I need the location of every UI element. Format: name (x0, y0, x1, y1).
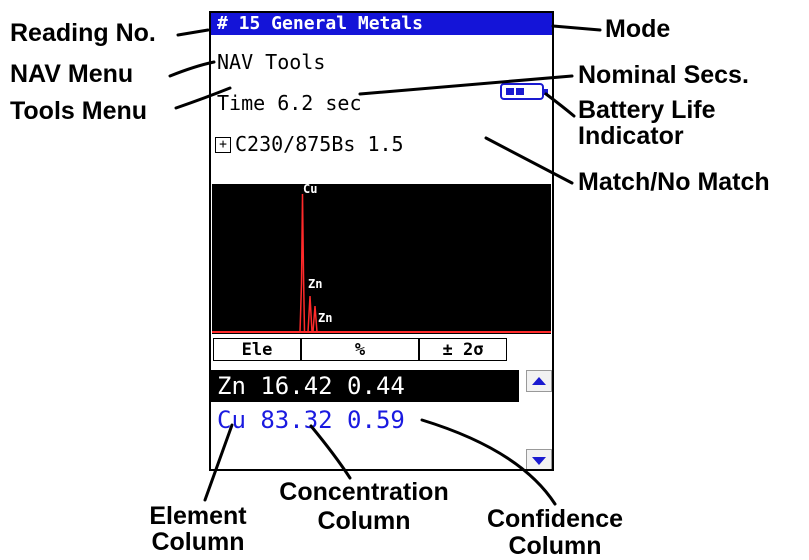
leader-match (484, 136, 574, 185)
leader-battery (544, 92, 576, 118)
leader-confidence (420, 418, 557, 506)
leader-nav-menu (168, 60, 216, 78)
leader-element (203, 423, 234, 502)
leader-concentration (309, 424, 352, 480)
leader-lines (168, 24, 602, 506)
leader-tools-menu (174, 86, 232, 110)
leader-nominal-secs (358, 74, 574, 96)
leader-reading-no (176, 28, 210, 37)
leader-mode (551, 24, 602, 32)
